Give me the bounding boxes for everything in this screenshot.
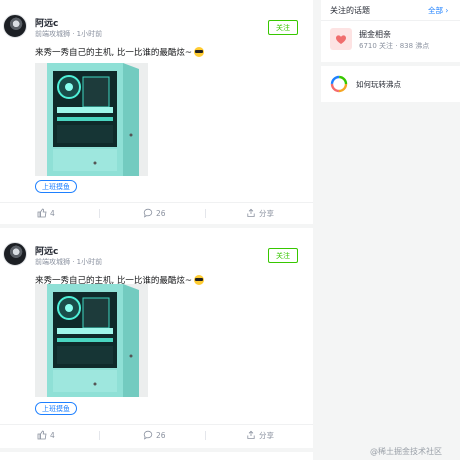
- comment-button[interactable]: 26: [143, 425, 166, 445]
- like-button[interactable]: 4: [37, 425, 55, 445]
- like-icon: [37, 430, 47, 440]
- comment-button[interactable]: 26: [143, 203, 166, 223]
- follow-button[interactable]: 关注: [268, 20, 298, 35]
- cool-emoji-icon: [194, 275, 205, 285]
- follow-button[interactable]: 关注: [268, 248, 298, 263]
- how-to-panel[interactable]: 如何玩转沸点: [321, 66, 460, 102]
- author-name[interactable]: 阿远c: [35, 244, 58, 257]
- pc-case-photo: [35, 284, 148, 397]
- author-meta: 前端攻城狮 · 1小时前: [35, 258, 103, 266]
- all-topics-label: 全部: [428, 6, 443, 15]
- share-label: 分享: [259, 430, 274, 440]
- avatar[interactable]: [3, 14, 27, 38]
- how-to-label: 如何玩转沸点: [356, 80, 401, 89]
- action-bar: 4 26 分享: [0, 202, 313, 223]
- post-image[interactable]: [35, 284, 148, 397]
- comment-count: 26: [156, 430, 166, 440]
- divider: [205, 209, 206, 218]
- comment-count: 26: [156, 208, 166, 218]
- share-icon: [247, 208, 255, 217]
- topic-icon[interactable]: [330, 28, 352, 50]
- action-bar: 4 26 分享: [0, 424, 313, 445]
- share-button[interactable]: 分享: [246, 425, 274, 445]
- all-topics-link[interactable]: 全部 ›: [428, 5, 448, 16]
- panel-title: 关注的话题: [330, 6, 370, 15]
- pins-feed: 阿远c 前端攻城狮 · 1小时前 关注 来秀一秀自己的主机, 比一比谁的最酷炫~…: [0, 0, 313, 460]
- comment-icon: [143, 430, 153, 440]
- ring-icon: [330, 75, 348, 93]
- cool-emoji-icon: [194, 47, 205, 57]
- followed-topics-panel: 关注的话题 全部 › 掘金相亲 6710 关注 · 838 沸点: [321, 0, 460, 62]
- post-image[interactable]: [35, 63, 148, 176]
- chevron-right-icon: ›: [445, 6, 449, 15]
- divider: [205, 431, 206, 440]
- topic-tag[interactable]: 上班摸鱼: [35, 180, 77, 193]
- watermark: @稀土掘金技术社区: [370, 447, 442, 456]
- topic-name[interactable]: 掘金相亲: [359, 29, 391, 40]
- heart-icon: [336, 35, 346, 44]
- pc-case-photo: [35, 63, 148, 176]
- author-name[interactable]: 阿远c: [35, 16, 58, 29]
- share-button[interactable]: 分享: [246, 203, 274, 223]
- share-label: 分享: [259, 208, 274, 218]
- pin-card-partial: [0, 452, 313, 460]
- post-text: 来秀一秀自己的主机, 比一比谁的最酷炫~: [35, 48, 193, 58]
- like-count: 4: [50, 208, 55, 218]
- like-icon: [37, 208, 47, 218]
- share-icon: [247, 430, 255, 439]
- comment-icon: [143, 208, 153, 218]
- pin-card: 阿远c 前端攻城狮 · 1小时前 关注 来秀一秀自己的主机, 比一比谁的最酷炫~…: [0, 0, 313, 224]
- topic-tag[interactable]: 上班摸鱼: [35, 402, 77, 415]
- divider: [99, 209, 100, 218]
- divider: [99, 431, 100, 440]
- like-count: 4: [50, 430, 55, 440]
- divider: [321, 20, 460, 21]
- topic-meta: 6710 关注 · 838 沸点: [359, 42, 430, 50]
- like-button[interactable]: 4: [37, 203, 55, 223]
- pin-card: 阿远c 前端攻城狮 · 1小时前 关注 来秀一秀自己的主机, 比一比谁的最酷炫~…: [0, 228, 313, 448]
- author-meta: 前端攻城狮 · 1小时前: [35, 30, 103, 38]
- post-content: 来秀一秀自己的主机, 比一比谁的最酷炫~: [35, 46, 205, 58]
- avatar[interactable]: [3, 242, 27, 266]
